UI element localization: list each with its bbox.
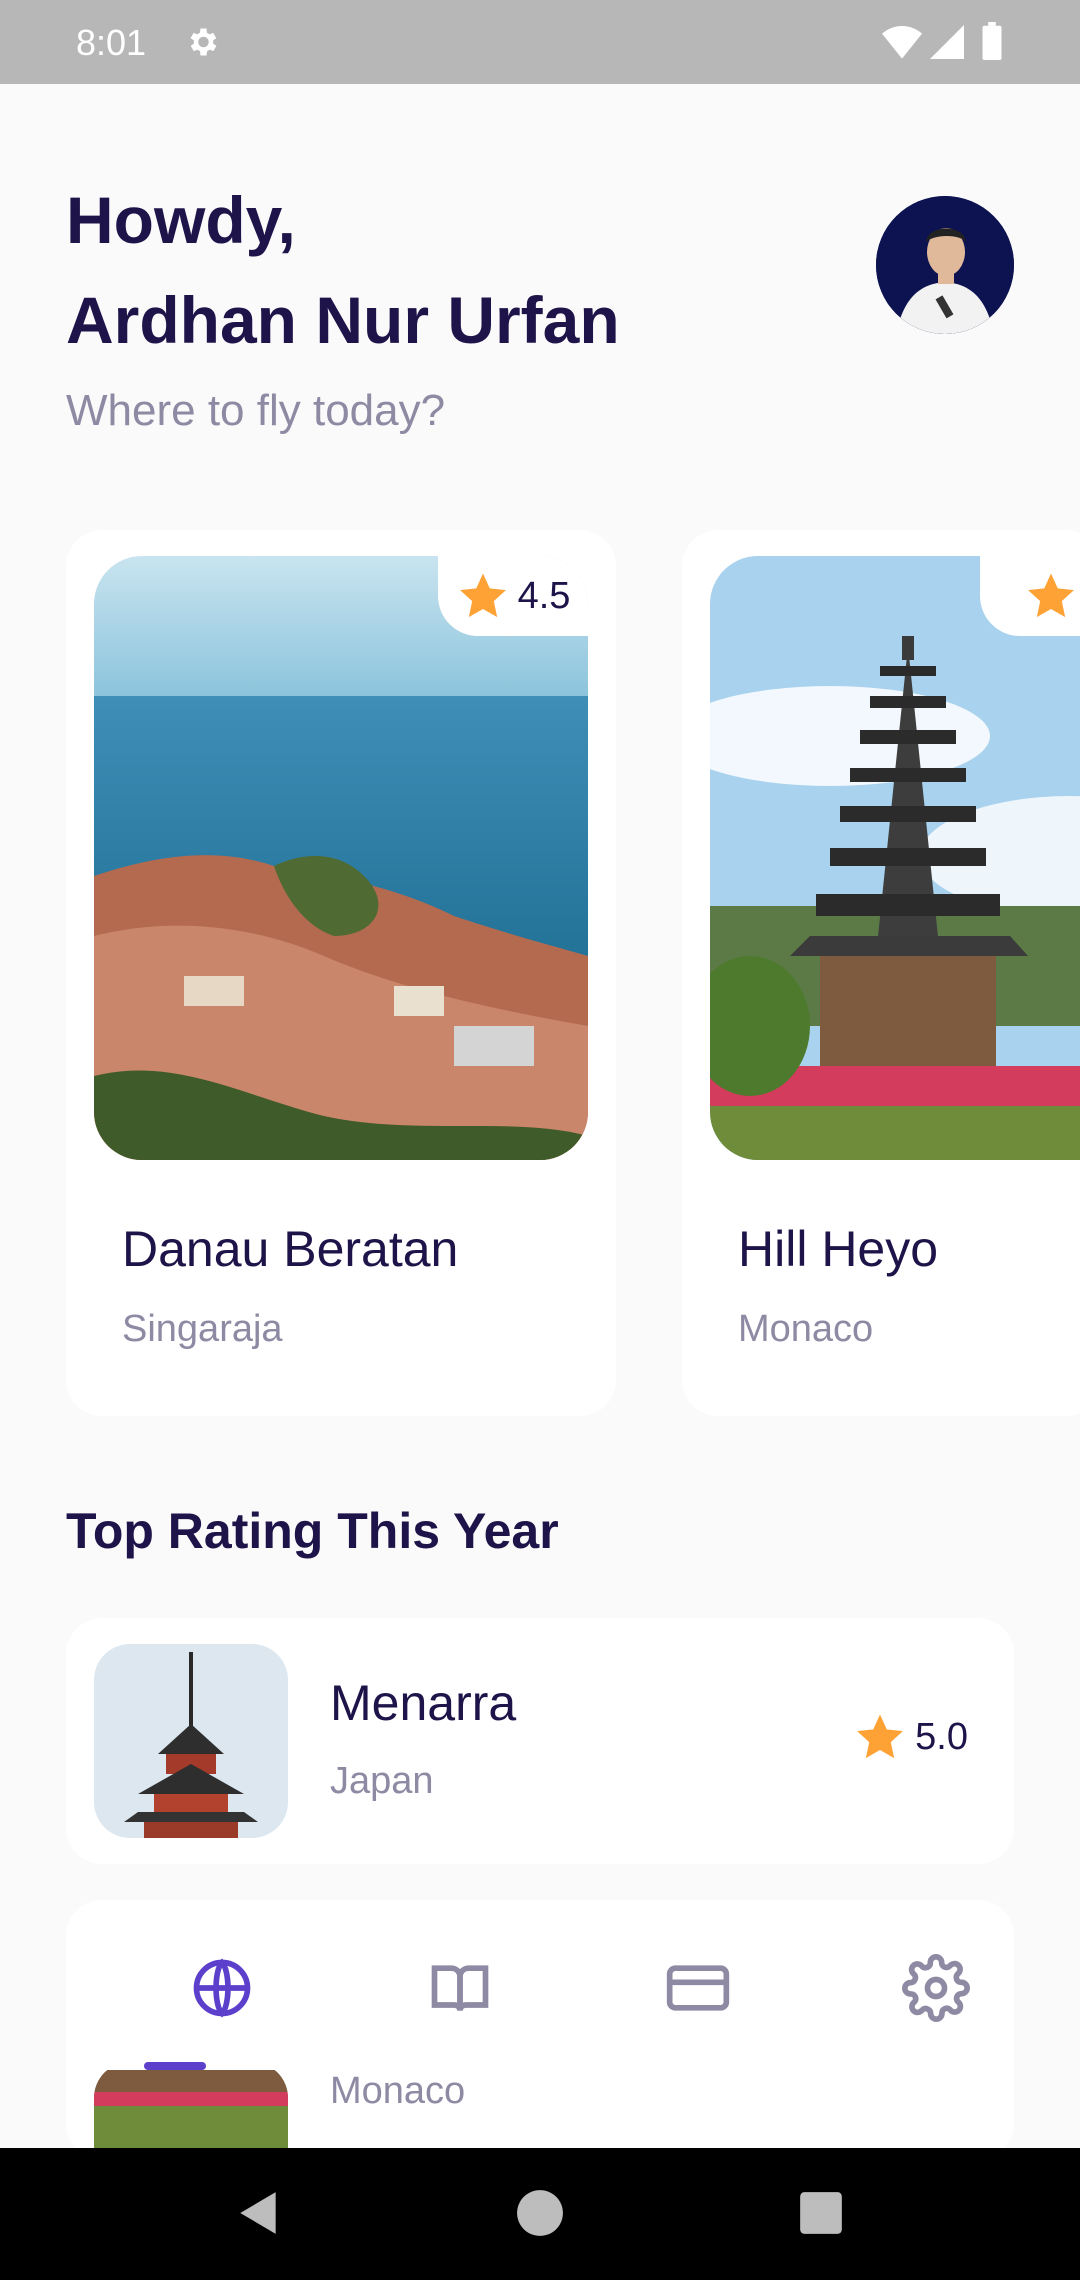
rating-value: 4.5	[517, 574, 571, 617]
nav-active-indicator	[144, 2062, 206, 2070]
list-item-title: Menarra	[330, 1675, 517, 1731]
list-item[interactable]: Menarra Japan 5.0	[66, 1618, 1014, 1864]
nav-settings[interactable]	[896, 1948, 976, 2028]
list-item-rating: 5.0	[853, 1710, 968, 1764]
gear-icon	[902, 1954, 970, 2022]
destination-location: Singaraja	[122, 1308, 283, 1350]
nav-explore[interactable]	[182, 1948, 262, 2028]
list-item-location: Monaco	[330, 2070, 466, 2112]
avatar-image	[876, 196, 1014, 334]
rating-badge	[980, 556, 1080, 636]
recents-icon[interactable]	[796, 2188, 846, 2238]
destination-title: Danau Beratan	[122, 1221, 459, 1277]
destination-title: Hill Heyo	[738, 1221, 939, 1277]
section-title: Top Rating This Year	[66, 1503, 559, 1559]
destination-image	[710, 556, 1080, 1160]
globe-icon	[193, 1958, 251, 2018]
star-icon	[459, 573, 506, 618]
credit-card-icon	[666, 1965, 730, 2011]
status-time: 8:01	[76, 22, 147, 63]
nav-wallet[interactable]	[658, 1948, 738, 2028]
bottom-navigation	[66, 1900, 1014, 2070]
destination-card[interactable]: Hill Heyo Monaco	[682, 530, 1080, 1416]
battery-icon	[982, 22, 1002, 60]
rating-badge: 4.5	[438, 556, 588, 636]
nav-bookings[interactable]	[420, 1948, 500, 2028]
avatar[interactable]	[876, 196, 1014, 334]
rating-value: 5.0	[915, 1715, 968, 1758]
back-icon[interactable]	[234, 2188, 284, 2238]
greeting: Howdy, Ardhan Nur Urfan	[66, 170, 826, 370]
system-navigation-bar	[0, 2148, 1080, 2280]
destination-location: Monaco	[738, 1308, 874, 1350]
destination-image: 4.5	[94, 556, 588, 1160]
star-icon	[1028, 573, 1074, 618]
subtitle: Where to fly today?	[66, 386, 446, 435]
star-icon	[857, 1714, 904, 1759]
list-item-location: Japan	[330, 1760, 434, 1802]
user-name: Ardhan Nur Urfan	[66, 283, 620, 357]
wifi-icon	[882, 26, 922, 59]
settings-status-icon	[190, 28, 217, 56]
signal-icon	[930, 25, 964, 59]
book-icon	[431, 1965, 489, 2012]
home-icon[interactable]	[515, 2188, 565, 2238]
destination-card[interactable]: 4.5 Danau Beratan Singaraja	[66, 530, 616, 1416]
greeting-line-1: Howdy,	[66, 183, 296, 257]
status-bar: 8:01	[0, 0, 1080, 84]
list-thumbnail	[94, 2062, 288, 2160]
list-thumbnail	[94, 1644, 288, 1838]
